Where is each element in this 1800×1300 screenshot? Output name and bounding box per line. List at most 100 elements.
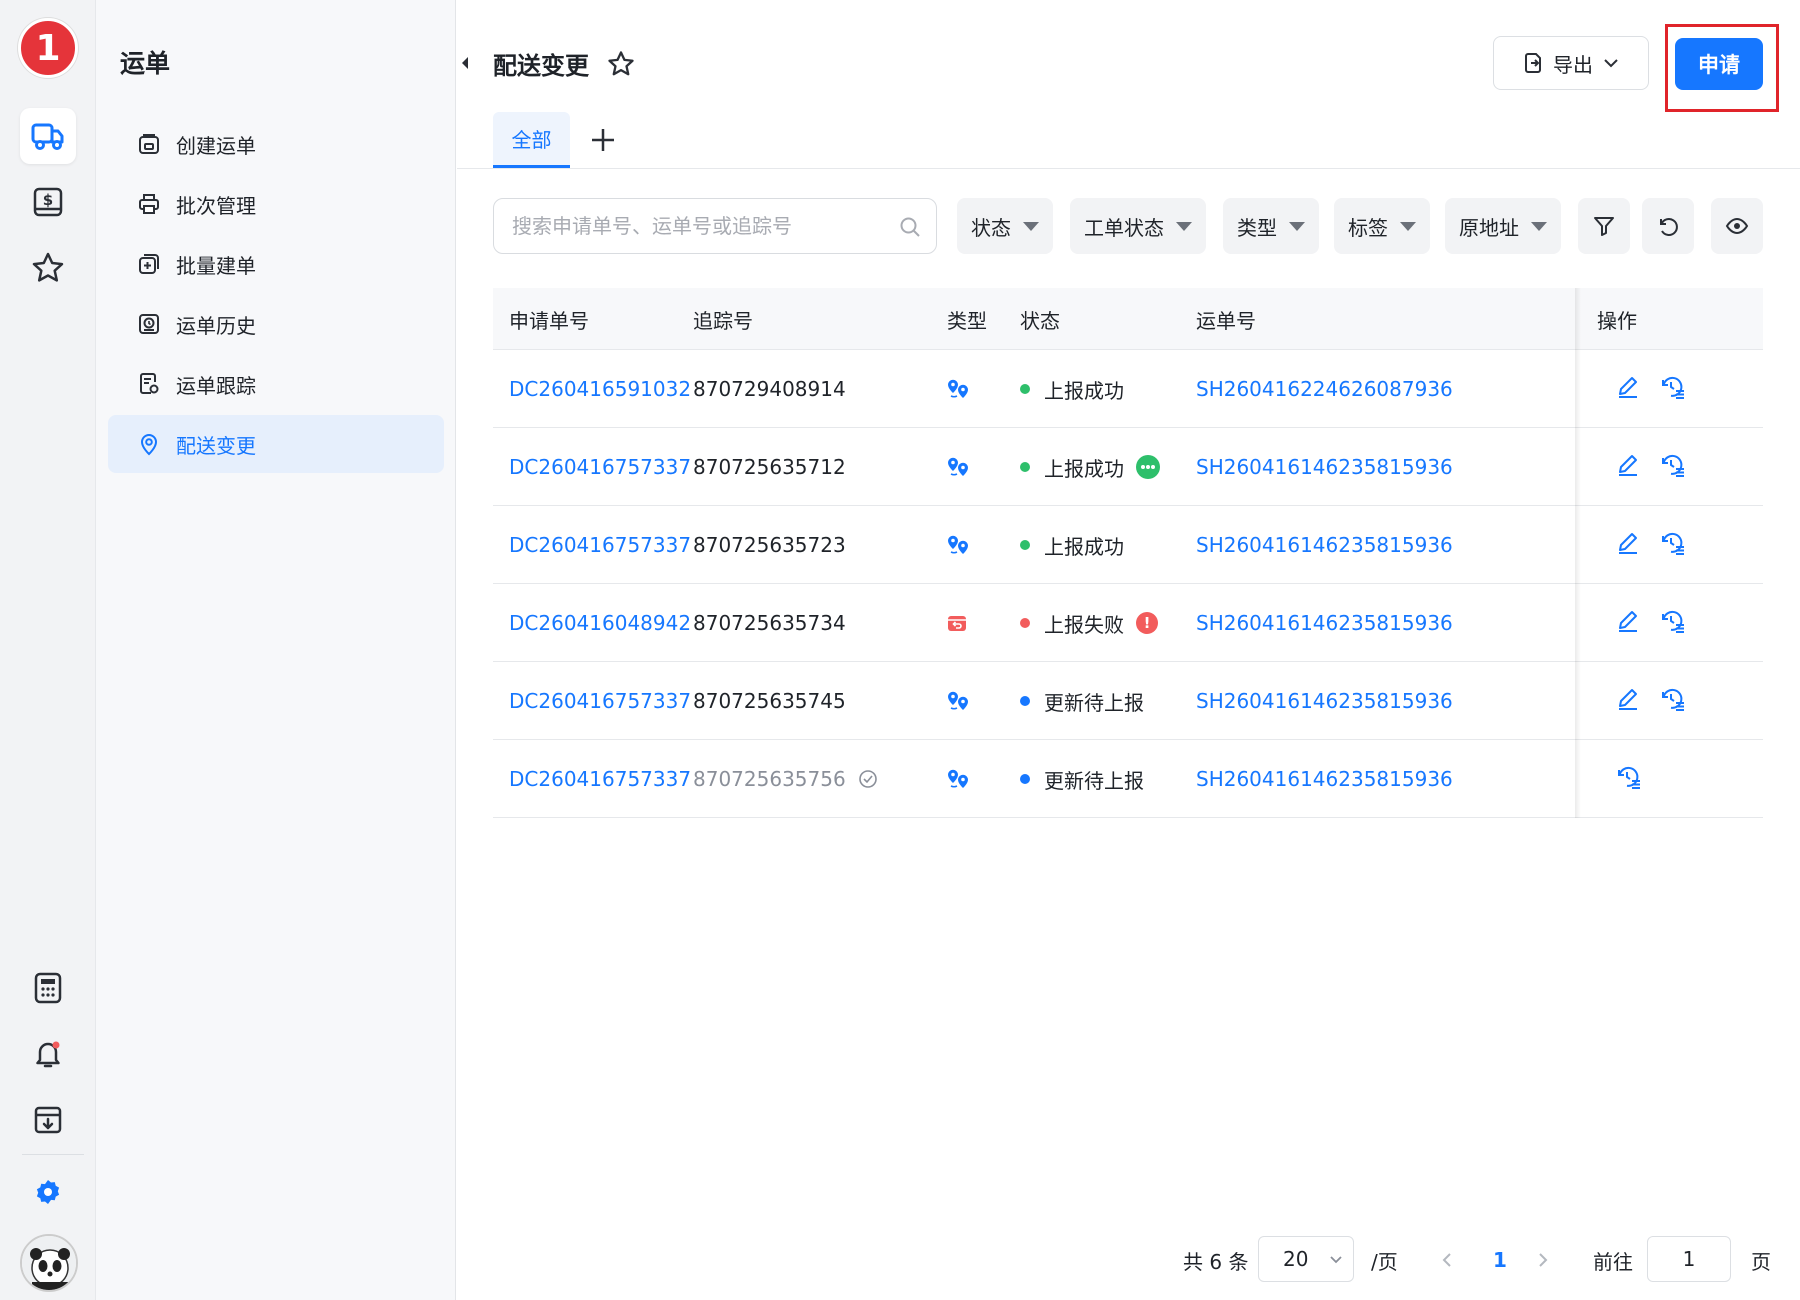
search-box — [493, 198, 937, 254]
status-text: 上报失败 — [1044, 612, 1124, 637]
rail-calculator-button[interactable] — [20, 960, 76, 1016]
nav-item-waybill-history[interactable]: 运单历史 — [108, 295, 444, 353]
chevron-right-icon — [1539, 1253, 1548, 1267]
nav-item-label: 创建运单 — [176, 133, 256, 158]
export-button[interactable]: 导出 — [1493, 36, 1649, 90]
download-box-icon — [34, 1106, 62, 1134]
main-content: 配送变更 导出 申请 全部 状态 工单状态 类型 标签 原地址 — [457, 0, 1800, 1300]
rail-notifications-button[interactable] — [20, 1026, 76, 1082]
page-size-value: 20 — [1283, 1247, 1309, 1271]
error-badge-icon[interactable]: ! — [1136, 612, 1158, 634]
goto-page-input[interactable] — [1648, 1237, 1730, 1281]
status-dot — [1020, 540, 1030, 550]
rail-billing-button[interactable]: $ — [20, 174, 76, 230]
tracking-no-cell: 870725635734 — [693, 584, 846, 662]
apply-no-link[interactable]: DC260416757337 — [509, 662, 691, 740]
filter-tag[interactable]: 标签 — [1334, 198, 1430, 254]
apply-no-link[interactable]: DC260416757337 — [509, 740, 691, 818]
apply-no-link[interactable]: DC260416757337 — [509, 506, 691, 584]
favorite-page-button[interactable] — [607, 50, 635, 78]
waybill-no-link[interactable]: SH260416146235815936 — [1196, 740, 1453, 818]
return-type-icon — [945, 584, 969, 662]
page-title: 配送变更 — [493, 52, 589, 80]
user-avatar[interactable] — [20, 1234, 78, 1292]
advanced-filter-button[interactable] — [1578, 198, 1630, 254]
address-change-type-icon — [945, 350, 971, 428]
waybill-no-link[interactable]: SH260416146235815936 — [1196, 506, 1453, 584]
goto-label: 前往 — [1593, 1249, 1633, 1274]
current-page[interactable]: 1 — [1493, 1236, 1507, 1284]
batch-add-icon — [136, 251, 162, 277]
comment-badge-icon[interactable] — [1136, 455, 1160, 479]
refresh-button[interactable] — [1642, 198, 1694, 254]
rail-waybill-button[interactable] — [20, 108, 76, 164]
search-input[interactable] — [510, 213, 890, 239]
rail-settings-button[interactable] — [20, 1164, 76, 1220]
history-log-icon[interactable] — [1659, 374, 1689, 404]
history-log-icon[interactable] — [1659, 452, 1689, 482]
filter-type[interactable]: 类型 — [1223, 198, 1319, 254]
nav-item-label: 运单跟踪 — [176, 373, 256, 398]
status-text: 更新待上报 — [1044, 690, 1144, 715]
eye-icon — [1725, 217, 1749, 235]
page-size-select[interactable]: 20 — [1258, 1236, 1354, 1282]
rail-favorites-button[interactable] — [20, 240, 76, 296]
status-text: 更新待上报 — [1044, 768, 1144, 793]
add-tab-button[interactable] — [585, 122, 621, 158]
history-log-icon[interactable] — [1659, 608, 1689, 638]
location-pin-icon — [136, 431, 162, 457]
tracking-no-cell: 870725635723 — [693, 506, 846, 584]
waybill-no-link[interactable]: SH260416224626087936 — [1196, 350, 1453, 428]
apply-no-link[interactable]: DC260416591032 — [509, 350, 691, 428]
status-dot — [1020, 618, 1030, 628]
waybill-no-link[interactable]: SH260416146235815936 — [1196, 428, 1453, 506]
nav-item-batch-management[interactable]: 批次管理 — [108, 175, 444, 233]
filter-label: 类型 — [1237, 215, 1277, 240]
nav-item-delivery-change[interactable]: 配送变更 — [108, 415, 444, 473]
status-cell: 更新待上报 — [1020, 662, 1144, 740]
history-log-icon[interactable] — [1659, 686, 1689, 716]
column-type: 类型 — [947, 308, 987, 333]
edit-icon[interactable] — [1615, 608, 1645, 638]
filter-original-address[interactable]: 原地址 — [1445, 198, 1561, 254]
edit-icon[interactable] — [1615, 530, 1645, 560]
apply-no-link[interactable]: DC260416048942 — [509, 584, 691, 662]
status-text: 上报成功 — [1044, 456, 1124, 481]
nav-item-waybill-tracking[interactable]: 运单跟踪 — [108, 355, 444, 413]
waybill-no-link[interactable]: SH260416146235815936 — [1196, 662, 1453, 740]
tracking-no-cell: 870725635712 — [693, 428, 846, 506]
next-page-button[interactable] — [1537, 1236, 1549, 1284]
nav-item-create-waybill[interactable]: 创建运单 — [108, 115, 444, 173]
prev-page-button[interactable] — [1441, 1236, 1453, 1284]
tab-all[interactable]: 全部 — [493, 112, 570, 168]
status-cell: 更新待上报 — [1020, 740, 1144, 818]
column-visibility-button[interactable] — [1711, 198, 1763, 254]
sticky-column-shadow — [1575, 288, 1581, 818]
column-actions: 操作 — [1597, 288, 1763, 350]
truck-icon — [31, 123, 64, 150]
edit-icon[interactable] — [1615, 452, 1645, 482]
filter-ticket-status[interactable]: 工单状态 — [1070, 198, 1206, 254]
chevron-down-icon — [1604, 59, 1618, 68]
nav-item-batch-create[interactable]: 批量建单 — [108, 235, 444, 293]
caret-down-icon — [1023, 221, 1039, 231]
printer-icon — [136, 191, 162, 217]
apply-no-link[interactable]: DC260416757337 — [509, 428, 691, 506]
filter-status[interactable]: 状态 — [957, 198, 1053, 254]
status-text: 上报成功 — [1044, 534, 1124, 559]
table-row: DC260416757337 870725635712 上报成功 SH26041614… — [493, 428, 1763, 506]
tracking-no: 870729408914 — [693, 377, 846, 401]
goto-page-field — [1647, 1236, 1731, 1282]
filter-label: 工单状态 — [1084, 215, 1164, 240]
status-cell: 上报成功 — [1020, 350, 1124, 428]
rail-download-button[interactable] — [20, 1092, 76, 1148]
funnel-icon — [1594, 217, 1614, 236]
edit-icon[interactable] — [1615, 686, 1645, 716]
history-log-icon[interactable] — [1659, 530, 1689, 560]
waybill-no-link[interactable]: SH260416146235815936 — [1196, 584, 1453, 662]
search-icon[interactable] — [898, 215, 922, 239]
nav-panel: 运单 创建运单 批次管理 批量建单 运单历史 运单跟踪 配送变更 — [96, 0, 456, 1300]
apply-button[interactable]: 申请 — [1675, 38, 1763, 90]
history-log-icon[interactable] — [1615, 764, 1645, 794]
edit-icon[interactable] — [1615, 374, 1645, 404]
